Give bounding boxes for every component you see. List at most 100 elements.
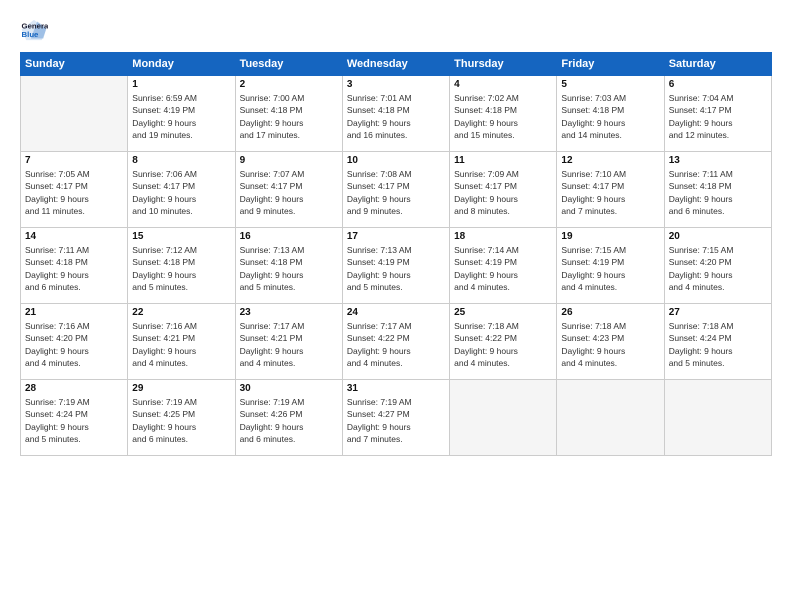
cell-1-5: 4Sunrise: 7:02 AMSunset: 4:18 PMDaylight…: [450, 76, 557, 152]
daylight-hours: Daylight: 9 hours: [240, 269, 338, 281]
sunrise-text: Sunrise: 7:18 AM: [561, 320, 659, 332]
week-row-2: 7Sunrise: 7:05 AMSunset: 4:17 PMDaylight…: [21, 152, 772, 228]
header-row: SundayMondayTuesdayWednesdayThursdayFrid…: [21, 53, 772, 76]
cell-5-6: [557, 380, 664, 456]
day-number: 21: [25, 307, 123, 318]
sunset-text: Sunset: 4:23 PM: [561, 332, 659, 344]
cell-2-6: 12Sunrise: 7:10 AMSunset: 4:17 PMDayligh…: [557, 152, 664, 228]
sunrise-text: Sunrise: 7:17 AM: [240, 320, 338, 332]
col-header-sunday: Sunday: [21, 53, 128, 76]
sunrise-text: Sunrise: 7:12 AM: [132, 244, 230, 256]
col-header-friday: Friday: [557, 53, 664, 76]
sunrise-text: Sunrise: 7:03 AM: [561, 92, 659, 104]
cell-5-4: 31Sunrise: 7:19 AMSunset: 4:27 PMDayligh…: [342, 380, 449, 456]
daylight-minutes: and 5 minutes.: [240, 281, 338, 293]
daylight-hours: Daylight: 9 hours: [240, 345, 338, 357]
daylight-minutes: and 8 minutes.: [454, 205, 552, 217]
cell-2-4: 10Sunrise: 7:08 AMSunset: 4:17 PMDayligh…: [342, 152, 449, 228]
cell-3-2: 15Sunrise: 7:12 AMSunset: 4:18 PMDayligh…: [128, 228, 235, 304]
col-header-monday: Monday: [128, 53, 235, 76]
day-number: 11: [454, 155, 552, 166]
sunrise-text: Sunrise: 7:13 AM: [347, 244, 445, 256]
daylight-hours: Daylight: 9 hours: [561, 193, 659, 205]
sunset-text: Sunset: 4:21 PM: [132, 332, 230, 344]
daylight-hours: Daylight: 9 hours: [454, 117, 552, 129]
sunrise-text: Sunrise: 7:16 AM: [25, 320, 123, 332]
daylight-minutes: and 4 minutes.: [454, 357, 552, 369]
daylight-minutes: and 4 minutes.: [561, 357, 659, 369]
sunset-text: Sunset: 4:22 PM: [347, 332, 445, 344]
daylight-hours: Daylight: 9 hours: [132, 117, 230, 129]
col-header-tuesday: Tuesday: [235, 53, 342, 76]
sunset-text: Sunset: 4:19 PM: [454, 256, 552, 268]
day-number: 24: [347, 307, 445, 318]
daylight-minutes: and 6 minutes.: [132, 433, 230, 445]
sunrise-text: Sunrise: 7:15 AM: [561, 244, 659, 256]
daylight-hours: Daylight: 9 hours: [132, 345, 230, 357]
logo: General Blue: [20, 18, 48, 42]
svg-text:Blue: Blue: [22, 30, 40, 39]
cell-4-5: 25Sunrise: 7:18 AMSunset: 4:22 PMDayligh…: [450, 304, 557, 380]
cell-2-5: 11Sunrise: 7:09 AMSunset: 4:17 PMDayligh…: [450, 152, 557, 228]
sunset-text: Sunset: 4:20 PM: [669, 256, 767, 268]
daylight-hours: Daylight: 9 hours: [25, 193, 123, 205]
day-number: 23: [240, 307, 338, 318]
sunset-text: Sunset: 4:22 PM: [454, 332, 552, 344]
daylight-minutes: and 17 minutes.: [240, 129, 338, 141]
sunrise-text: Sunrise: 6:59 AM: [132, 92, 230, 104]
cell-1-1: [21, 76, 128, 152]
day-number: 7: [25, 155, 123, 166]
daylight-minutes: and 5 minutes.: [25, 433, 123, 445]
sunset-text: Sunset: 4:24 PM: [669, 332, 767, 344]
sunrise-text: Sunrise: 7:15 AM: [669, 244, 767, 256]
cell-5-5: [450, 380, 557, 456]
day-number: 12: [561, 155, 659, 166]
daylight-hours: Daylight: 9 hours: [669, 117, 767, 129]
day-number: 29: [132, 383, 230, 394]
cell-4-2: 22Sunrise: 7:16 AMSunset: 4:21 PMDayligh…: [128, 304, 235, 380]
sunrise-text: Sunrise: 7:19 AM: [132, 396, 230, 408]
sunset-text: Sunset: 4:17 PM: [669, 104, 767, 116]
sunset-text: Sunset: 4:19 PM: [561, 256, 659, 268]
day-number: 17: [347, 231, 445, 242]
sunrise-text: Sunrise: 7:10 AM: [561, 168, 659, 180]
cell-3-1: 14Sunrise: 7:11 AMSunset: 4:18 PMDayligh…: [21, 228, 128, 304]
daylight-minutes: and 4 minutes.: [132, 357, 230, 369]
sunrise-text: Sunrise: 7:17 AM: [347, 320, 445, 332]
cell-4-3: 23Sunrise: 7:17 AMSunset: 4:21 PMDayligh…: [235, 304, 342, 380]
week-row-5: 28Sunrise: 7:19 AMSunset: 4:24 PMDayligh…: [21, 380, 772, 456]
daylight-hours: Daylight: 9 hours: [240, 117, 338, 129]
daylight-hours: Daylight: 9 hours: [561, 345, 659, 357]
cell-3-5: 18Sunrise: 7:14 AMSunset: 4:19 PMDayligh…: [450, 228, 557, 304]
daylight-hours: Daylight: 9 hours: [561, 117, 659, 129]
cell-5-3: 30Sunrise: 7:19 AMSunset: 4:26 PMDayligh…: [235, 380, 342, 456]
daylight-minutes: and 5 minutes.: [132, 281, 230, 293]
cell-4-7: 27Sunrise: 7:18 AMSunset: 4:24 PMDayligh…: [664, 304, 771, 380]
daylight-hours: Daylight: 9 hours: [25, 269, 123, 281]
week-row-4: 21Sunrise: 7:16 AMSunset: 4:20 PMDayligh…: [21, 304, 772, 380]
sunrise-text: Sunrise: 7:11 AM: [25, 244, 123, 256]
sunrise-text: Sunrise: 7:09 AM: [454, 168, 552, 180]
sunrise-text: Sunrise: 7:16 AM: [132, 320, 230, 332]
cell-5-7: [664, 380, 771, 456]
cell-1-2: 1Sunrise: 6:59 AMSunset: 4:19 PMDaylight…: [128, 76, 235, 152]
daylight-minutes: and 14 minutes.: [561, 129, 659, 141]
sunrise-text: Sunrise: 7:07 AM: [240, 168, 338, 180]
cell-1-4: 3Sunrise: 7:01 AMSunset: 4:18 PMDaylight…: [342, 76, 449, 152]
sunset-text: Sunset: 4:27 PM: [347, 408, 445, 420]
sunset-text: Sunset: 4:18 PM: [132, 256, 230, 268]
day-number: 20: [669, 231, 767, 242]
daylight-minutes: and 15 minutes.: [454, 129, 552, 141]
sunset-text: Sunset: 4:18 PM: [240, 104, 338, 116]
day-number: 4: [454, 79, 552, 90]
cell-4-4: 24Sunrise: 7:17 AMSunset: 4:22 PMDayligh…: [342, 304, 449, 380]
svg-text:General: General: [22, 21, 48, 30]
daylight-hours: Daylight: 9 hours: [454, 269, 552, 281]
day-number: 30: [240, 383, 338, 394]
day-number: 6: [669, 79, 767, 90]
sunset-text: Sunset: 4:18 PM: [454, 104, 552, 116]
day-number: 16: [240, 231, 338, 242]
sunrise-text: Sunrise: 7:08 AM: [347, 168, 445, 180]
sunrise-text: Sunrise: 7:04 AM: [669, 92, 767, 104]
sunrise-text: Sunrise: 7:00 AM: [240, 92, 338, 104]
